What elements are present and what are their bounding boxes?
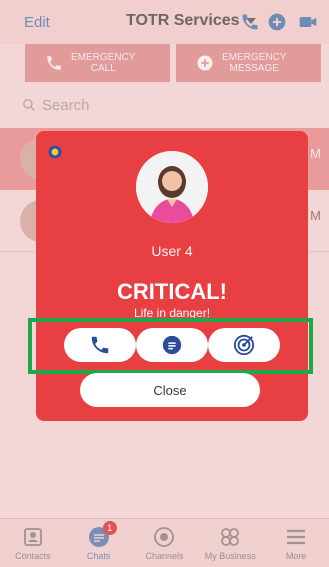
tab-chats[interactable]: 1 Chats	[67, 521, 131, 561]
business-icon	[221, 528, 240, 546]
tab-label: Channels	[145, 551, 184, 561]
workspace-title: TOTR Services	[126, 12, 240, 29]
avatar	[136, 151, 208, 223]
phone-icon	[91, 336, 109, 354]
tab-my-business[interactable]: My Business	[198, 525, 262, 561]
emergency-call-label-2: CALL	[90, 63, 116, 74]
tab-bar: Contacts 1 Chats Channels My Business Mo…	[0, 518, 329, 567]
app-screen: Edit TOTR Services EMERGENCY CALL EMERGE…	[0, 0, 329, 567]
workspace-switcher[interactable]: TOTR Services	[126, 12, 256, 30]
tab-label: My Business	[204, 551, 256, 561]
target-icon	[233, 334, 255, 356]
app-badge-icon	[48, 145, 62, 159]
phone-icon	[47, 56, 61, 70]
contacts-icon	[23, 528, 42, 546]
emergency-message-label-1: EMERGENCY	[222, 52, 287, 63]
close-button[interactable]: Close	[80, 373, 260, 407]
phone-icon[interactable]	[240, 12, 260, 32]
tab-label: Contacts	[15, 551, 51, 561]
chat-button[interactable]	[136, 328, 208, 362]
alert-user-name: User 4	[151, 243, 193, 259]
emergency-actions: EMERGENCY CALL EMERGENCY MESSAGE	[25, 44, 321, 82]
top-bar: Edit TOTR Services	[0, 0, 329, 44]
edit-button[interactable]: Edit	[24, 14, 50, 31]
chat-time: M	[310, 146, 321, 161]
search-bar[interactable]: Search	[0, 90, 329, 120]
user-photo	[136, 151, 208, 223]
locate-button[interactable]	[208, 328, 280, 362]
chat-time: M	[310, 208, 321, 223]
unread-badge: 1	[102, 521, 117, 535]
alert-level: CRITICAL!	[117, 279, 227, 304]
channels-icon	[154, 527, 175, 547]
emergency-message-button[interactable]: EMERGENCY MESSAGE	[176, 44, 321, 82]
tab-label: More	[285, 551, 307, 561]
emergency-call-button[interactable]: EMERGENCY CALL	[25, 44, 170, 82]
chat-icon	[162, 335, 182, 355]
emergency-message-label-2: MESSAGE	[229, 63, 279, 74]
call-button[interactable]	[64, 328, 136, 362]
message-plus-icon	[197, 55, 213, 71]
tab-contacts[interactable]: Contacts	[1, 525, 65, 561]
tab-label: Chats	[86, 551, 111, 561]
menu-icon	[287, 529, 306, 545]
search-input[interactable]: Search	[42, 97, 90, 114]
video-icon[interactable]	[298, 12, 318, 32]
new-chat-icon[interactable]	[267, 12, 287, 32]
tab-channels[interactable]: Channels	[132, 525, 196, 561]
search-icon	[23, 99, 35, 111]
emergency-call-label-1: EMERGENCY	[71, 52, 136, 63]
tab-more[interactable]: More	[264, 525, 328, 561]
